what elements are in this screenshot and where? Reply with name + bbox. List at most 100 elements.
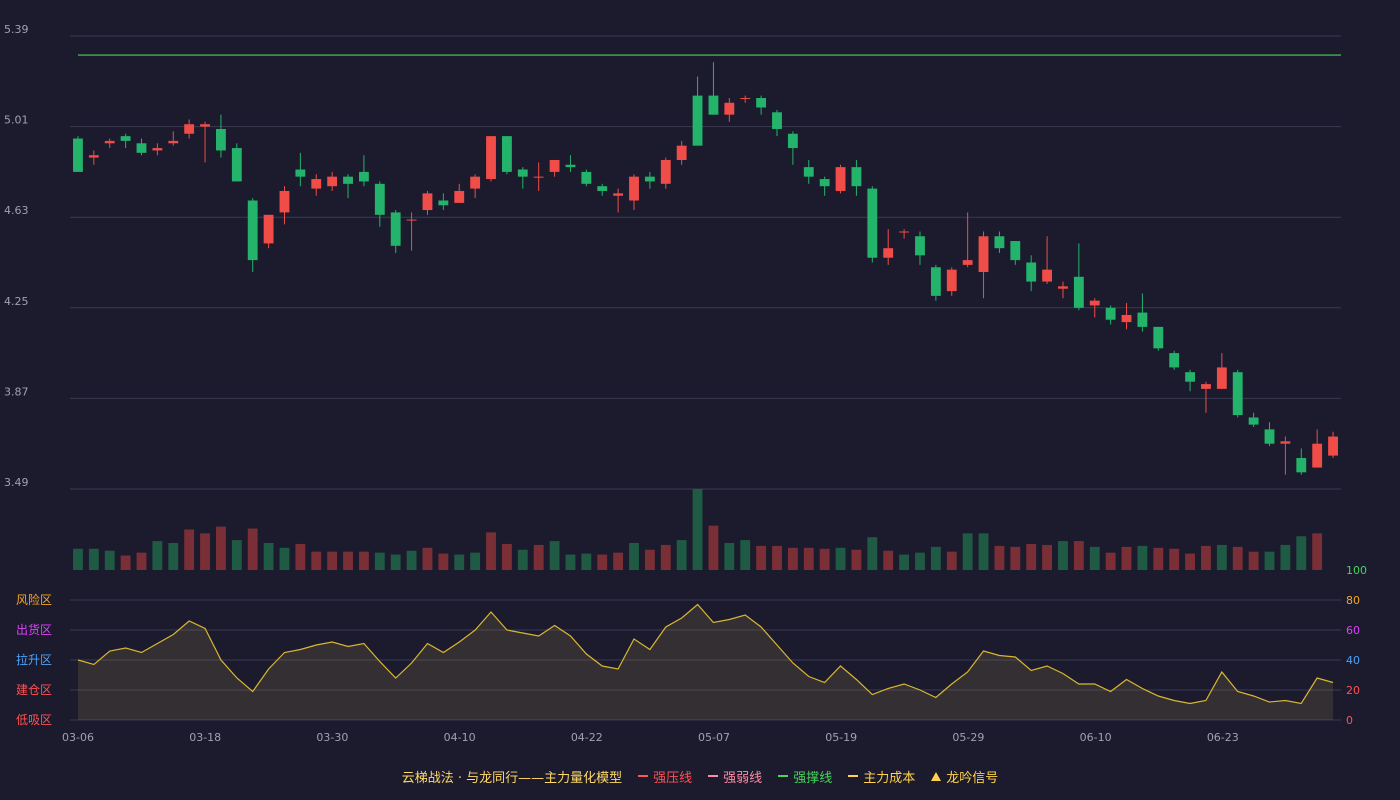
volume-bar xyxy=(994,545,1005,570)
candle xyxy=(549,159,560,177)
candle-body xyxy=(231,148,242,182)
volume-bar xyxy=(1153,547,1164,570)
candle xyxy=(533,162,544,191)
volume-bar xyxy=(740,540,751,570)
volume-bar xyxy=(756,545,767,570)
candle-body xyxy=(787,133,798,149)
candle xyxy=(517,167,528,189)
candle-body xyxy=(1073,276,1084,308)
volume-bar xyxy=(1010,546,1021,570)
candle-body xyxy=(930,267,941,296)
candle xyxy=(406,212,417,251)
legend-item-strength[interactable]: 强弱线 xyxy=(708,767,762,786)
candle-body xyxy=(1153,326,1164,349)
candle-body xyxy=(1089,300,1100,306)
candle xyxy=(1328,431,1338,459)
candle xyxy=(1312,429,1323,468)
candle-body xyxy=(247,200,258,261)
candle xyxy=(73,136,83,172)
candle-body xyxy=(184,124,195,134)
volume-bar xyxy=(724,543,735,570)
candle xyxy=(1121,303,1132,330)
candle xyxy=(136,138,147,156)
legend-item-support[interactable]: 强撑线 xyxy=(778,767,832,786)
candle xyxy=(994,231,1005,253)
volume-bar xyxy=(470,552,481,570)
candle-body xyxy=(867,188,878,258)
legend-item-cost[interactable]: 主力成本 xyxy=(848,767,915,786)
candle xyxy=(168,131,179,146)
volume-bar xyxy=(787,547,798,570)
volume-bar xyxy=(613,552,624,570)
candle xyxy=(565,155,576,172)
candle xyxy=(88,150,99,165)
candle-body xyxy=(549,159,560,172)
candle xyxy=(152,143,163,156)
candle-body xyxy=(533,176,544,178)
candle xyxy=(1010,241,1021,265)
candle xyxy=(470,174,481,199)
candle xyxy=(295,152,306,187)
candle-body xyxy=(629,176,639,201)
volume-bar xyxy=(438,553,449,570)
volume-bar xyxy=(930,546,941,570)
volume-bar xyxy=(946,551,957,570)
legend-title: 云梯战法 · 与龙同行——主力量化模型 xyxy=(401,770,623,786)
candle-body xyxy=(915,236,925,256)
triangle-icon xyxy=(931,771,942,781)
candle-body xyxy=(486,136,496,180)
candle-body xyxy=(501,136,512,172)
candle xyxy=(708,62,719,115)
candle xyxy=(803,159,814,184)
volume-bar xyxy=(1232,546,1243,570)
volume-bar xyxy=(311,551,322,570)
candle-body xyxy=(1121,314,1132,323)
stock-chart: 5.39 5.01 4.63 4.25 3.87 3.49 80 风险区 60 出货区 40 拉升区 2… xyxy=(4,23,1367,744)
legend-label: 强弱线 xyxy=(723,770,763,786)
volume-bar xyxy=(629,543,639,570)
candle-body xyxy=(676,145,687,160)
candle xyxy=(1105,305,1116,325)
candle xyxy=(883,229,894,265)
candle-body xyxy=(660,159,671,184)
volume-bar xyxy=(1312,533,1323,570)
volume-bar xyxy=(104,550,115,570)
indicator-tick-label: 40 xyxy=(1346,654,1360,667)
candle xyxy=(756,95,767,115)
candle-body xyxy=(1280,441,1291,444)
candle xyxy=(1248,412,1259,428)
candle-body xyxy=(358,171,369,182)
price-tick-label: 4.63 xyxy=(4,204,29,217)
candle xyxy=(1232,369,1243,418)
candle xyxy=(676,140,687,165)
candle-body xyxy=(946,269,957,292)
volume-bar xyxy=(1280,544,1291,570)
price-tick-label: 3.87 xyxy=(4,385,29,398)
candle xyxy=(1073,243,1084,311)
candle-body xyxy=(374,183,385,215)
legend-label: 龙吟信号 xyxy=(946,770,999,786)
candle xyxy=(946,267,957,296)
legend-label: 强撑线 xyxy=(793,770,833,786)
candle-body xyxy=(772,112,782,129)
candle-body xyxy=(1264,429,1275,444)
candle xyxy=(581,169,592,187)
volume-bar xyxy=(200,533,210,570)
volume-bar xyxy=(120,555,131,570)
candle xyxy=(930,264,941,301)
candle-body xyxy=(644,176,655,182)
volume-bar xyxy=(406,550,417,570)
volume-bar xyxy=(1121,546,1132,570)
legend-item-pressure[interactable]: 强压线 xyxy=(638,767,692,786)
candle xyxy=(1058,281,1068,299)
volume-bar xyxy=(358,551,369,570)
candle-body xyxy=(1058,286,1068,289)
legend-item-signal[interactable]: 龙吟信号 xyxy=(931,767,998,786)
volume-bar xyxy=(422,547,433,570)
zone-label: 风险区 xyxy=(16,592,52,607)
volume-bar xyxy=(1201,545,1211,570)
volume-bar xyxy=(1248,551,1259,570)
legend-label: 主力成本 xyxy=(863,770,916,786)
candle-body xyxy=(1010,241,1021,261)
indicator-tick-label: 20 xyxy=(1346,684,1360,697)
